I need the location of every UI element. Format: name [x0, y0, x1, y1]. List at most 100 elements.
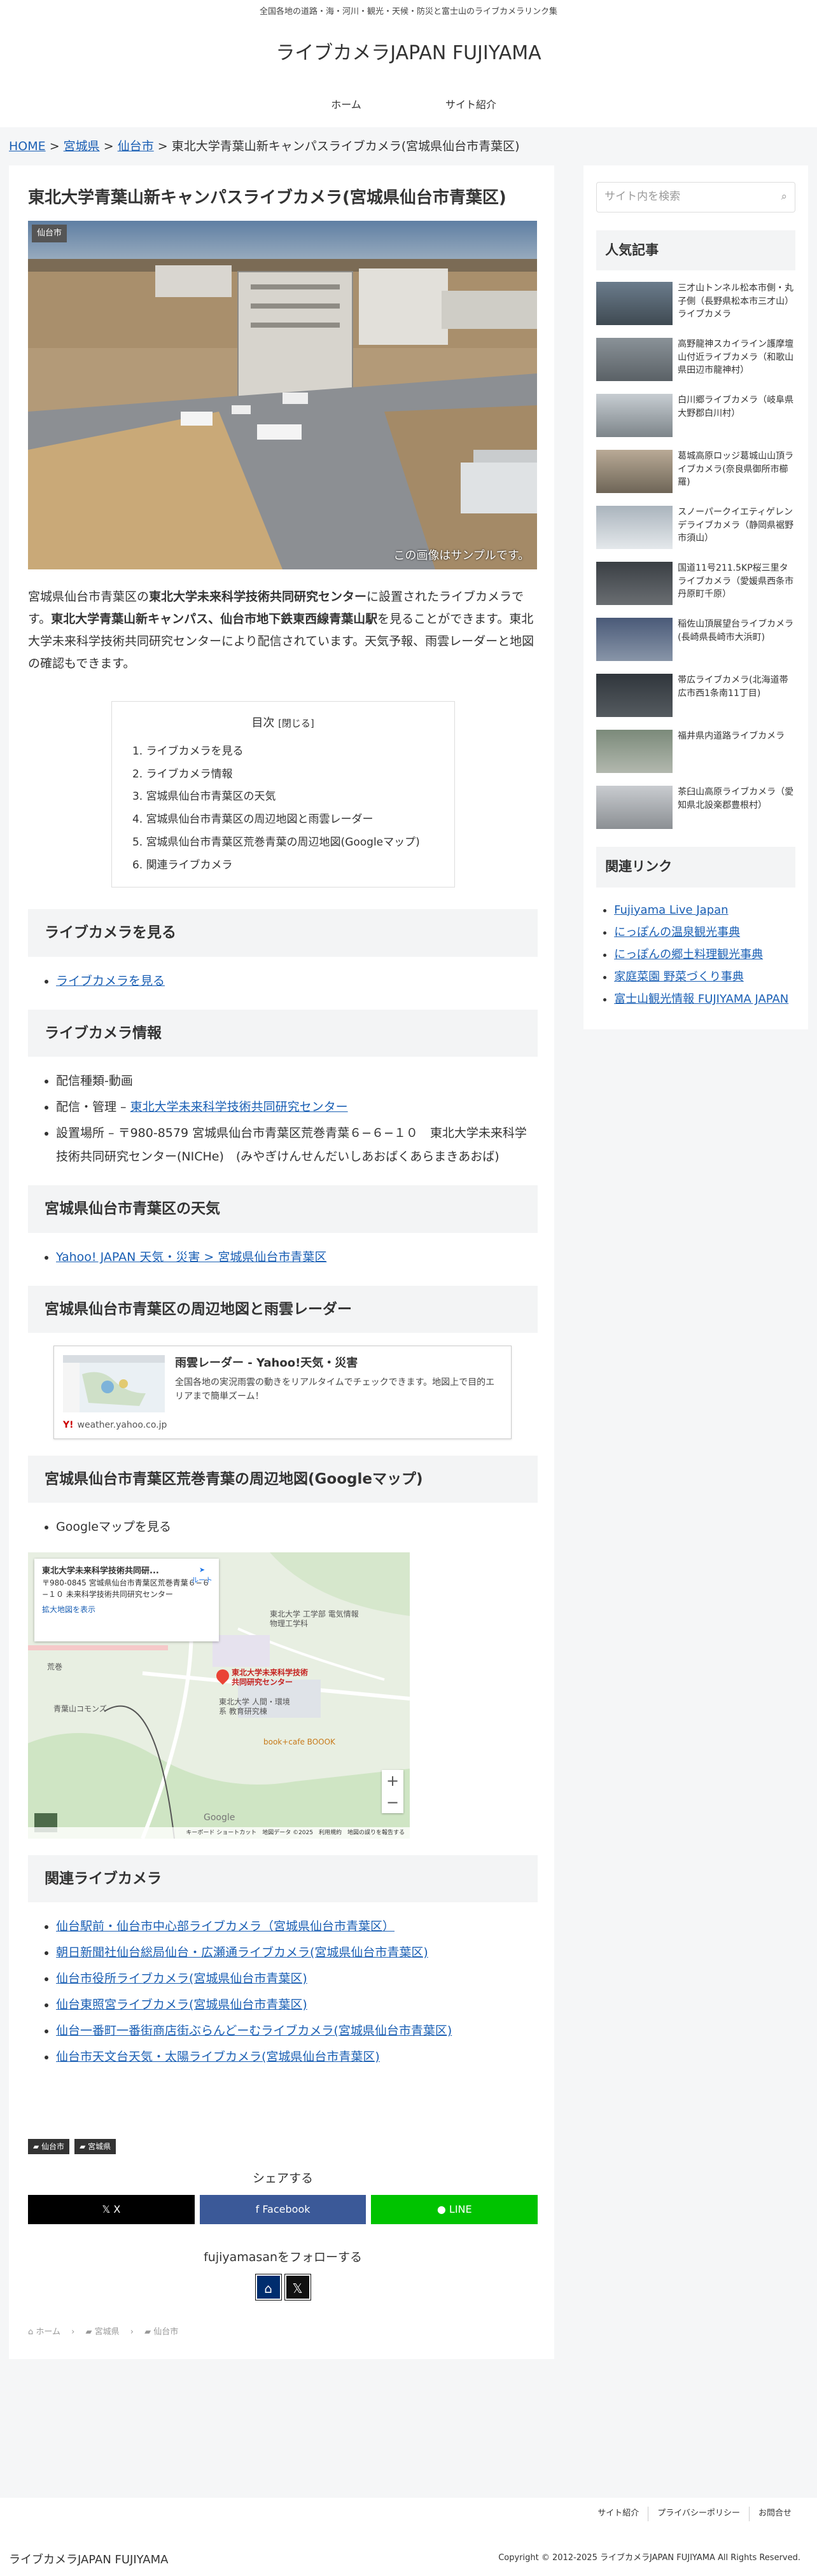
- related-link[interactable]: 仙台市役所ライブカメラ(宮城県仙台市青葉区): [56, 1972, 307, 1986]
- sidebar: サイト内を検索 ⌕ 人気記事 三才山トンネル松本市側・丸子側（長野県松本市三才山…: [583, 165, 808, 1030]
- list-item: 富士山観光情報 FUJIYAMA JAPAN: [614, 988, 795, 1010]
- map-footer: キーボード ショートカット 地図データ ©2025 利用規約 地図の誤りを報告す…: [28, 1827, 410, 1839]
- tag-pref[interactable]: ▰ 宮城県: [74, 2139, 116, 2155]
- popular-item[interactable]: 国道11号211.5KP桜三里タライブカメラ（愛媛県西条市丹原町千原）: [596, 562, 795, 606]
- nav-about[interactable]: サイト紹介: [408, 83, 533, 127]
- x-icon[interactable]: 𝕏: [284, 2274, 311, 2300]
- share-title: シェアする: [253, 2171, 314, 2186]
- popular-thumbnail: [596, 338, 673, 382]
- footer-link-privacy[interactable]: プライバシーポリシー: [648, 2507, 750, 2521]
- section-heading-weather: 宮城県仙台市青葉区の天気: [28, 1185, 538, 1233]
- zoom-in-button[interactable]: +: [382, 1770, 403, 1792]
- footer-logo[interactable]: ライブカメラJAPAN FUJIYAMA: [9, 2550, 168, 2570]
- manager-link[interactable]: 東北大学未来科学技術共同研究センター: [130, 1100, 348, 1114]
- bottom-breadcrumb: ⌂ ホーム › ▰ 宮城県 › ▰ 仙台市: [28, 2325, 538, 2340]
- related-link[interactable]: 仙台東照宮ライブカメラ(宮城県仙台市青葉区): [56, 1998, 307, 2012]
- search-input[interactable]: サイト内を検索 ⌕: [596, 182, 795, 212]
- popular-item-title: 葛城高原ロッジ葛城山山頂ライブカメラ(奈良県御所市櫛羅): [678, 451, 794, 487]
- links-list: Fujiyama Live Japan にっぽんの温泉観光事典 にっぽんの郷土料…: [596, 899, 795, 1010]
- sidebar-link[interactable]: にっぽんの温泉観光事典: [614, 926, 740, 939]
- popular-thumbnail: [596, 674, 673, 718]
- bottom-breadcrumb-pref[interactable]: 宮城県: [95, 2327, 120, 2337]
- radar-blog-card[interactable]: 雨雲レーダー - Yahoo!天気・災害 全国各地の実況雨雲の動きをリアルタイム…: [53, 1346, 512, 1439]
- popular-item[interactable]: 葛城高原ロッジ葛城山山頂ライブカメラ(奈良県御所市櫛羅): [596, 450, 795, 494]
- share-x-label: X: [113, 2203, 121, 2215]
- home-icon[interactable]: ⌂: [255, 2274, 281, 2300]
- share-facebook-button[interactable]: f Facebook: [199, 2194, 367, 2224]
- campus-photo: [28, 221, 537, 569]
- breadcrumb-home[interactable]: HOME: [9, 139, 46, 153]
- list-item: にっぽんの温泉観光事典: [614, 921, 795, 943]
- list-item: 朝日新聞社仙台総局仙台・広瀬通ライブカメラ(宮城県仙台市青葉区): [56, 1941, 538, 1965]
- related-link[interactable]: 朝日新聞社仙台総局仙台・広瀬通ライブカメラ(宮城県仙台市青葉区): [56, 1946, 428, 1960]
- breadcrumb-city[interactable]: 仙台市: [118, 139, 154, 153]
- search-icon[interactable]: ⌕: [781, 188, 787, 207]
- category-label[interactable]: 仙台市: [32, 225, 67, 242]
- watch-list: ライブカメラを見る: [28, 970, 538, 993]
- sidebar-link[interactable]: Fujiyama Live Japan: [614, 903, 728, 917]
- site-tagline: 全国各地の道路・海・河川・観光・天候・防災と富士山のライブカメラリンク集: [259, 7, 557, 17]
- map-place-label: 荒巻: [47, 1662, 63, 1671]
- zoom-out-button[interactable]: −: [382, 1792, 403, 1813]
- toc-item[interactable]: 宮城県仙台市青葉区荒巻青葉の周辺地図(Googleマップ): [146, 832, 435, 854]
- share-buttons: 𝕏 X f Facebook ● LINE: [28, 2194, 538, 2224]
- related-link[interactable]: 仙台駅前・仙台市中心部ライブカメラ（宮城県仙台市青葉区）: [56, 1919, 395, 1933]
- map-place-label: 東北大学 工学部 電気情報物理工学科: [270, 1609, 359, 1629]
- popular-item[interactable]: 白川郷ライブカメラ（岐阜県大野郡白川村）: [596, 394, 795, 438]
- sidebar-link[interactable]: 富士山観光情報 FUJIYAMA JAPAN: [614, 992, 788, 1006]
- share-x-button[interactable]: 𝕏 X: [28, 2194, 195, 2224]
- weather-link[interactable]: Yahoo! JAPAN 天気・災害 > 宮城県仙台市青葉区: [56, 1250, 326, 1264]
- sidebar-link[interactable]: 家庭菜園 野菜づくり事典: [614, 970, 744, 984]
- popular-item[interactable]: 三才山トンネル松本市側・丸子側（長野県松本市三才山）ライブカメラ: [596, 282, 795, 326]
- folder-icon: ▰: [33, 2142, 42, 2152]
- page-title: 東北大学青葉山新キャンパスライブカメラ(宮城県仙台市青葉区): [28, 188, 506, 207]
- yahoo-favicon-icon: Y!: [63, 1420, 74, 1431]
- share-line-button[interactable]: ● LINE: [371, 2194, 538, 2224]
- site-logo[interactable]: ライブカメラJAPAN FUJIYAMA: [0, 24, 817, 83]
- toc-item[interactable]: 宮城県仙台市青葉区の天気: [146, 786, 435, 809]
- map-card-title: 東北大学未来科学技術共同研...: [42, 1566, 159, 1576]
- map-enlarge-link[interactable]: 拡大地図を表示: [42, 1604, 211, 1615]
- list-item: にっぽんの郷土料理観光事典: [614, 943, 795, 966]
- breadcrumb-pref[interactable]: 宮城県: [64, 139, 100, 153]
- section-heading-gmap: 宮城県仙台市青葉区荒巻青葉の周辺地図(Googleマップ): [28, 1455, 538, 1503]
- toc-item[interactable]: 宮城県仙台市青葉区の周辺地図と雨雲レーダー: [146, 809, 435, 832]
- gmap-list: Googleマップを見る: [28, 1515, 538, 1539]
- info-list: 配信種類-動画 配信・管理 – 東北大学未来科学技術共同研究センター 設置場所 …: [28, 1069, 538, 1169]
- watch-live-link[interactable]: ライブカメラを見る: [56, 974, 165, 988]
- footer-link-contact[interactable]: お問合せ: [750, 2507, 800, 2521]
- popular-item[interactable]: 茶臼山高原ライブカメラ（愛知県北設楽郡豊根村）: [596, 786, 795, 830]
- sidebar-link[interactable]: にっぽんの郷土料理観光事典: [614, 948, 763, 961]
- info-item-manager: 配信・管理 – 東北大学未来科学技術共同研究センター: [56, 1096, 538, 1119]
- footer: サイト紹介 プライバシーポリシー お問合せ ライブカメラJAPAN FUJIYA…: [0, 2498, 817, 2576]
- map-place-label: book+cafe BOOOK: [263, 1737, 335, 1746]
- popular-item[interactable]: 高野龍神スカイライン護摩壇山付近ライブカメラ（和歌山県田辺市龍神村）: [596, 338, 795, 382]
- footer-link-about[interactable]: サイト紹介: [589, 2507, 649, 2521]
- info-item-location: 設置場所 – 〒980-8579 宮城県仙台市青葉区荒巻青葉６−６−１０ 東北大…: [56, 1122, 538, 1169]
- lead-bold: 東北大学青葉山新キャンパス、仙台市地下鉄東西線青葉山駅: [51, 612, 378, 627]
- share-line-label: LINE: [449, 2203, 472, 2215]
- related-link[interactable]: 仙台市天文台天気・太陽ライブカメラ(宮城県仙台市青葉区): [56, 2050, 380, 2064]
- google-map-embed[interactable]: 東北大学未来科学技術共同研... 〒980-0845 宮城県仙台市青葉区荒巻青葉…: [28, 1552, 410, 1839]
- popular-item[interactable]: スノーパークイエティゲレンデライブカメラ（静岡県裾野市須山）: [596, 506, 795, 550]
- related-link[interactable]: 仙台一番町一番街商店街ぶらんどーむライブカメラ(宮城県仙台市青葉区): [56, 2024, 452, 2038]
- popular-item-title: 国道11号211.5KP桜三里タライブカメラ（愛媛県西条市丹原町千原）: [678, 563, 794, 599]
- tag-city[interactable]: ▰ 仙台市: [28, 2139, 70, 2155]
- map-route-button[interactable]: ➤ ルート: [192, 1565, 213, 1586]
- popular-item-title: 白川郷ライブカメラ（岐阜県大野郡白川村）: [678, 395, 794, 419]
- nav-home[interactable]: ホーム: [284, 83, 408, 127]
- toc-title: 目次 [閉じる]: [131, 713, 435, 734]
- bottom-breadcrumb-home[interactable]: ホーム: [36, 2327, 60, 2337]
- bottom-breadcrumb-city[interactable]: 仙台市: [153, 2327, 178, 2337]
- popular-item[interactable]: 帯広ライブカメラ(北海道帯広市西1条南11丁目): [596, 674, 795, 718]
- popular-item[interactable]: 稲佐山頂展望台ライブカメラ(長崎県長崎市大浜町): [596, 618, 795, 662]
- toc-toggle[interactable]: [閉じる]: [278, 718, 314, 729]
- main-content: 東北大学青葉山新キャンパスライブカメラ(宮城県仙台市青葉区) 仙台市 この画像は…: [9, 165, 555, 2359]
- popular-item[interactable]: 福井県内道路ライブカメラ: [596, 730, 795, 774]
- toc-item[interactable]: ライブカメラ情報: [146, 763, 435, 786]
- popular-item-title: 帯広ライブカメラ(北海道帯広市西1条南11丁目): [678, 675, 788, 699]
- popular-thumbnail: [596, 506, 673, 550]
- content-area: HOME > 宮城県 > 仙台市 > 東北大学青葉山新キャンパスライブカメラ(宮…: [0, 127, 817, 2498]
- toc-item[interactable]: 関連ライブカメラ: [146, 854, 435, 877]
- toc-item[interactable]: ライブカメラを見る: [146, 741, 435, 763]
